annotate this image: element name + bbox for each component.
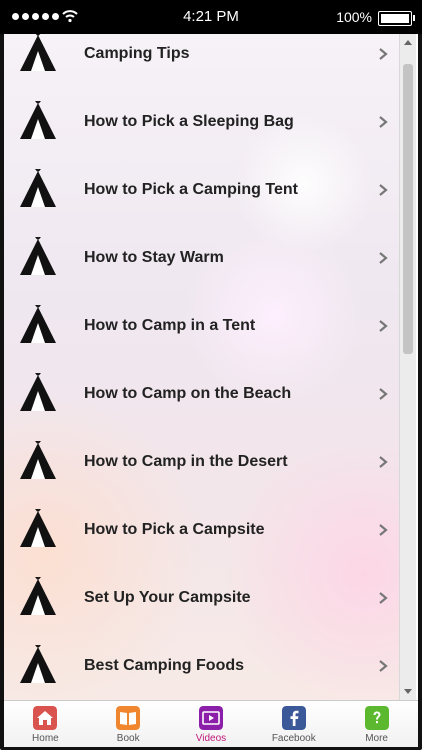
tent-icon <box>20 34 56 71</box>
chevron-right-icon <box>379 524 388 536</box>
list-item-label: How to Pick a Sleeping Bag <box>84 113 294 130</box>
list-item-label: How to Camp on the Beach <box>84 385 292 402</box>
chevron-right-icon <box>379 116 388 128</box>
list-item[interactable]: How to Pick a Camping Tent <box>4 156 400 224</box>
tent-icon <box>20 237 56 275</box>
battery-icon <box>378 11 415 26</box>
list-item[interactable]: Best Camping Foods <box>4 632 400 700</box>
tent-icon <box>20 509 56 547</box>
list-item-label: Best Camping Foods <box>84 657 245 674</box>
list-item[interactable]: How to Stay Warm <box>4 224 400 292</box>
scroll-up-arrow-icon[interactable] <box>403 38 413 48</box>
video-icon <box>198 706 223 730</box>
chevron-right-icon <box>379 388 388 400</box>
tent-icon <box>20 441 56 479</box>
chevron-right-icon <box>379 48 388 60</box>
list-item[interactable]: Set Up Your Campsite <box>4 564 400 632</box>
tent-icon <box>20 577 56 615</box>
tent-icon <box>20 169 56 207</box>
list-item-label: Camping Tips <box>84 45 190 62</box>
tab-more-label: More <box>365 733 388 744</box>
facebook-icon <box>281 706 306 730</box>
chevron-right-icon <box>379 252 388 264</box>
scroll-down-arrow-icon[interactable] <box>403 686 413 696</box>
list-item[interactable]: How to Pick a Sleeping Bag <box>4 88 400 156</box>
tent-icon <box>20 645 56 683</box>
scrollbar-thumb[interactable] <box>403 64 413 354</box>
topic-list[interactable]: Camping Tips How to Pick a Sleeping Bag … <box>4 34 416 700</box>
list-item-label: How to Camp in the Desert <box>84 453 288 470</box>
tab-videos-label: Videos <box>195 733 227 744</box>
chevron-right-icon <box>379 456 388 468</box>
tab-home-label: Home <box>32 733 59 744</box>
tab-facebook[interactable]: Facebook <box>252 701 335 747</box>
status-bar: 4:21 PM 100% <box>0 0 422 34</box>
scrollbar[interactable] <box>399 34 416 700</box>
chevron-right-icon <box>379 184 388 196</box>
list-item-label: How to Pick a Campsite <box>84 521 265 538</box>
chevron-right-icon <box>379 660 388 672</box>
list-item[interactable]: How to Camp on the Beach <box>4 360 400 428</box>
list-item-label: How to Stay Warm <box>84 249 224 266</box>
book-icon <box>116 706 141 730</box>
list-item[interactable]: How to Camp in a Tent <box>4 292 400 360</box>
tab-facebook-label: Facebook <box>271 733 316 744</box>
list-item[interactable]: How to Pick a Campsite <box>4 496 400 564</box>
home-icon <box>33 706 58 730</box>
tab-more[interactable]: More <box>335 701 418 747</box>
tent-icon <box>20 101 56 139</box>
list-item-label: How to Camp in a Tent <box>84 317 256 334</box>
chevron-right-icon <box>379 592 388 604</box>
tent-icon <box>20 373 56 411</box>
tab-videos[interactable]: Videos <box>170 701 253 747</box>
list-item-label: How to Pick a Camping Tent <box>84 181 298 198</box>
tab-book-label: Book <box>116 733 140 744</box>
list-item-label: Set Up Your Campsite <box>84 589 251 606</box>
tent-icon <box>20 305 56 343</box>
tab-bar: Home Book Videos Facebook More <box>4 700 418 747</box>
tab-book[interactable]: Book <box>87 701 170 747</box>
tab-home[interactable]: Home <box>4 701 87 747</box>
list-item[interactable]: Camping Tips <box>4 34 400 88</box>
question-mark-icon <box>364 706 389 730</box>
battery-percentage: 100% <box>336 9 372 25</box>
list-item[interactable]: How to Camp in the Desert <box>4 428 400 496</box>
chevron-right-icon <box>379 320 388 332</box>
